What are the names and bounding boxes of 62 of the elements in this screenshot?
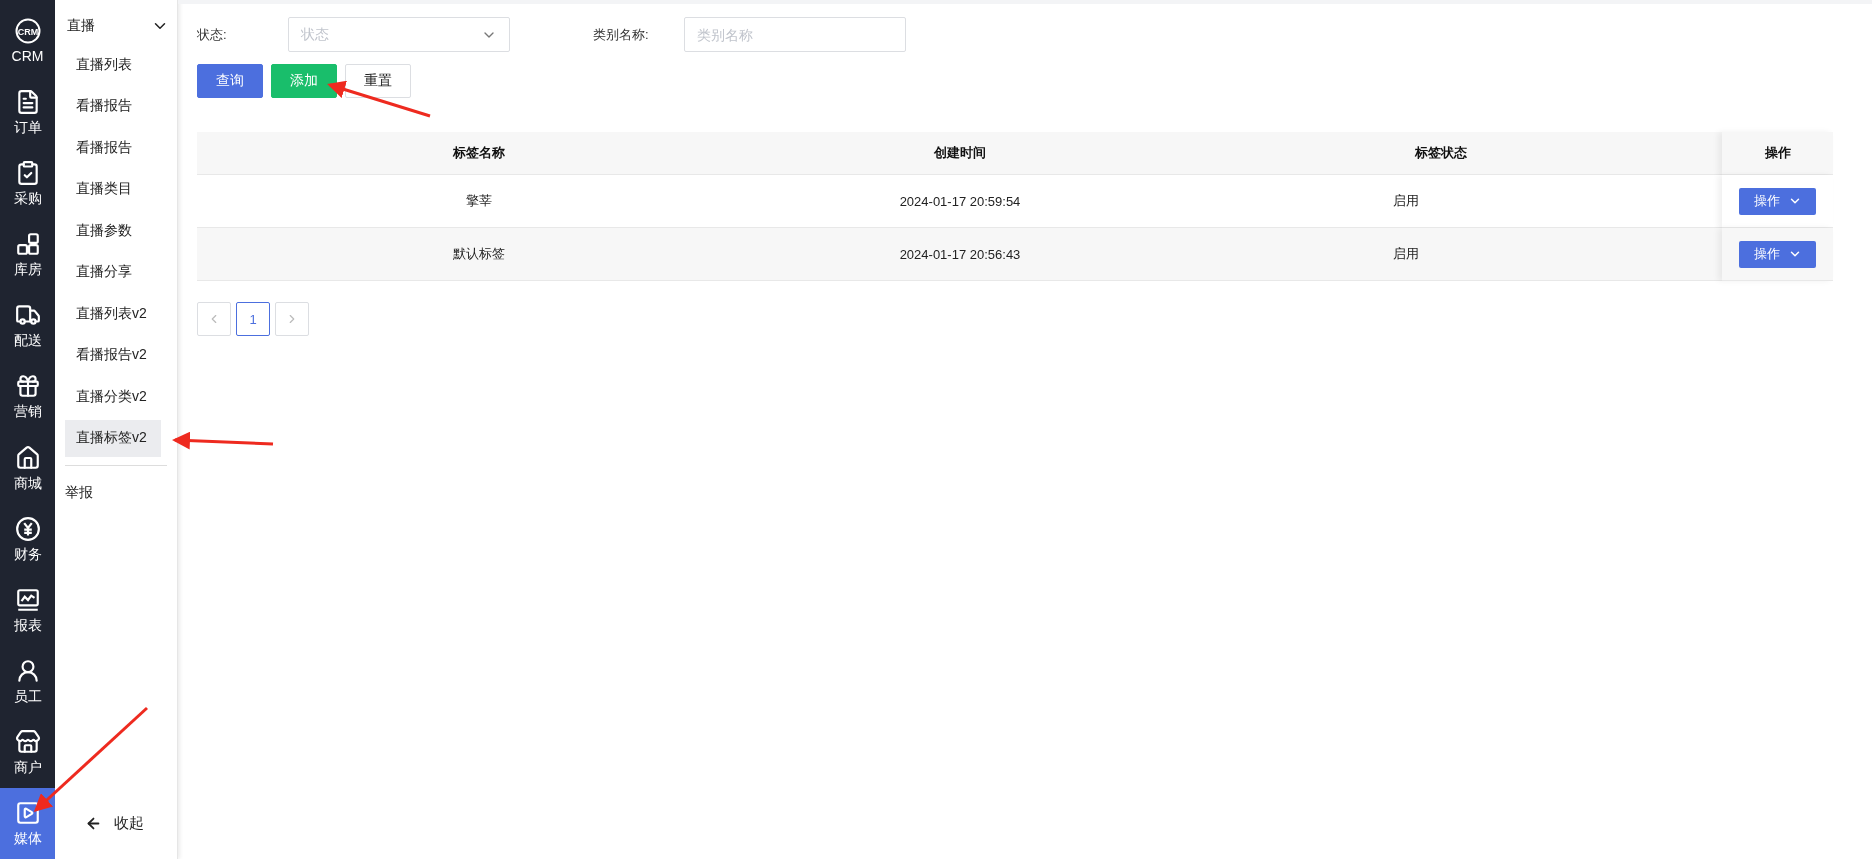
submenu-item[interactable]: 直播标签v2 [65, 419, 161, 457]
nav-rail-item[interactable]: 报表 [0, 574, 55, 646]
table-cell: 默认标签 [197, 228, 761, 281]
next-page-button[interactable] [275, 302, 309, 336]
nav-rail-label: 报表 [13, 616, 42, 633]
squares-icon [14, 231, 41, 258]
nav-rail-item[interactable]: 商城 [0, 432, 55, 504]
table-cell: 启用 [1159, 228, 1722, 281]
table-cell: 2024-01-17 20:56:43 [761, 228, 1159, 281]
nav-rail-label: 库房 [13, 261, 42, 278]
submenu-item[interactable]: 直播分类v2 [65, 378, 177, 415]
nav-rail-label: 营销 [13, 403, 42, 420]
filter-label: 状态: [197, 25, 228, 44]
action-button[interactable]: 重置 [345, 64, 411, 98]
collapse-button[interactable]: 收起 [65, 803, 177, 843]
nav-rail-item[interactable]: 配送 [0, 289, 55, 361]
house-icon [14, 444, 41, 471]
nav-rail-item[interactable]: CRM CRM [0, 5, 55, 77]
submenu-item[interactable]: 直播分享 [65, 253, 177, 291]
nav-rail-item[interactable]: 员工 [0, 645, 55, 717]
input-field[interactable]: 类别名称 [684, 17, 906, 52]
submenu-item[interactable]: 看播报告 [65, 129, 177, 166]
nav-rail-item[interactable]: 库房 [0, 218, 55, 290]
nav-rail-label: 订单 [13, 118, 42, 135]
nav-rail-item[interactable]: 媒体 [0, 787, 55, 859]
submenu-item[interactable]: 举报 [65, 474, 177, 511]
action-button[interactable]: 查询 [197, 64, 263, 98]
nav-rail-label: 商城 [13, 474, 42, 491]
crm-icon: CRM [14, 17, 41, 44]
filter-label: 类别名称: [593, 25, 650, 44]
store-icon [14, 729, 41, 756]
nav-rail-item[interactable]: 商户 [0, 716, 55, 788]
submenu-item[interactable]: 直播类目 [65, 170, 177, 208]
nav-rail-item[interactable]: 财务 [0, 503, 55, 575]
column-header: 创建时间 [761, 132, 1159, 175]
submenu-item[interactable]: 看播报告 [65, 87, 177, 125]
column-header: 标签名称 [197, 132, 761, 175]
submenu-item[interactable]: 看播报告v2 [65, 336, 177, 374]
nav-rail-label: 财务 [13, 545, 42, 562]
previous-page-button[interactable] [197, 302, 231, 336]
submenu-item[interactable]: 直播参数 [65, 212, 177, 249]
nav-rail-label: 媒体 [13, 830, 42, 847]
submenu-group[interactable]: 直播 [65, 12, 177, 40]
column-header: 操作 [1722, 132, 1833, 175]
chart-icon [14, 586, 41, 613]
nav-rail-label: 商户 [13, 759, 42, 776]
operation-dropdown-button[interactable]: 操作 [1739, 240, 1816, 268]
nav-rail-label: 员工 [13, 688, 42, 705]
submenu-item[interactable]: 直播列表v2 [65, 295, 177, 332]
column-header: 标签状态 [1159, 132, 1722, 175]
operation-dropdown-button[interactable]: 操作 [1739, 187, 1816, 215]
nav-rail-item[interactable]: 采购 [0, 147, 55, 219]
yen-icon [14, 515, 41, 542]
nav-rail-label: CRM [11, 47, 44, 64]
nav-rail-item[interactable]: 订单 [0, 76, 55, 148]
nav-rail-label: 配送 [13, 332, 42, 349]
play-icon [14, 800, 41, 827]
page-button[interactable]: 1 [236, 302, 270, 336]
gift-icon [14, 373, 41, 400]
submenu-item[interactable]: 直播列表 [65, 46, 177, 83]
nav-rail-item[interactable]: 营销 [0, 360, 55, 433]
nav-rail-label: 采购 [13, 189, 42, 206]
